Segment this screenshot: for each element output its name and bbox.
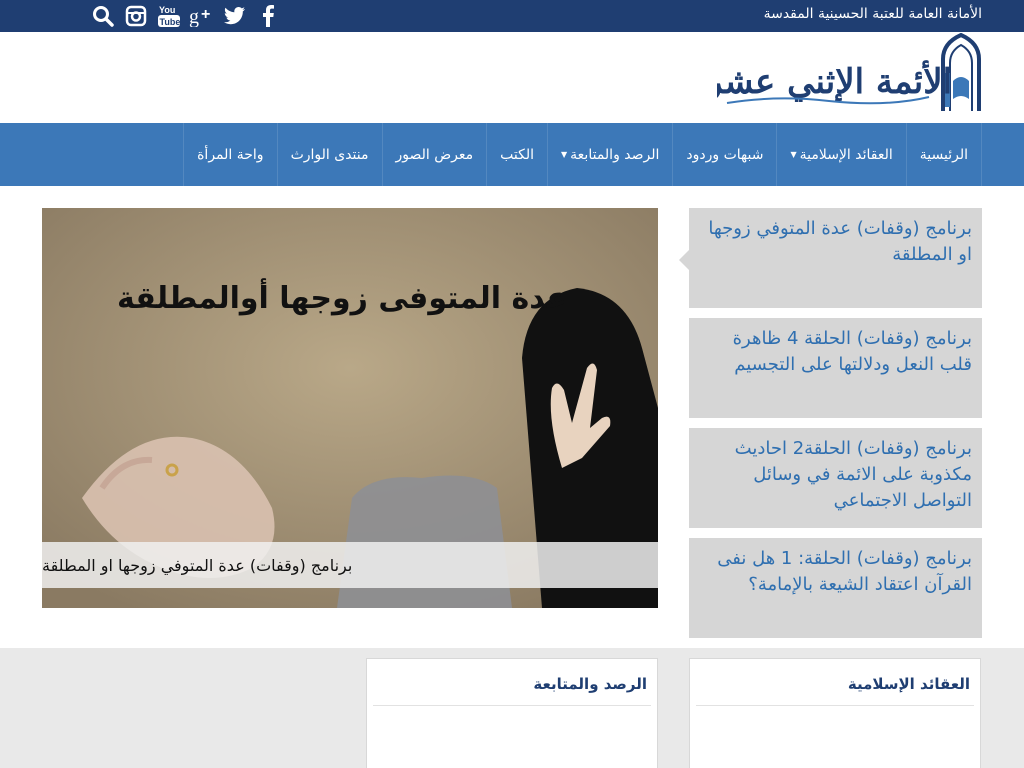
- svg-text:Tube: Tube: [160, 17, 181, 27]
- section-title[interactable]: الرصد والمتابعة: [533, 675, 647, 693]
- logo-wordmark: الأئمة الإثني عشر: [717, 60, 952, 102]
- featured-slide[interactable]: عدة المتوفى زوجها أوالمطلقة برنامج (وقفا…: [42, 208, 658, 608]
- main-nav: الرئيسية العقائد الإسلامية ▼ شبهات وردود …: [0, 123, 1024, 186]
- section-box-beliefs: العقائد الإسلامية: [689, 658, 981, 768]
- site-logo[interactable]: الأئمة الإثني عشر: [704, 32, 982, 113]
- slide-list-title: برنامج (وقفات) الحلقة: 1 هل نفى القرآن ا…: [717, 548, 972, 595]
- nav-item-home[interactable]: الرئيسية: [905, 123, 982, 186]
- nav-item-women[interactable]: واحة المرأة: [183, 123, 276, 186]
- nav-label: معرض الصور: [395, 146, 474, 163]
- twitter-icon[interactable]: [222, 3, 248, 29]
- nav-item-beliefs[interactable]: العقائد الإسلامية ▼: [776, 123, 905, 186]
- site-label[interactable]: الأمانة العامة للعتبة الحسينية المقدسة: [764, 6, 982, 22]
- google-plus-icon[interactable]: g +: [189, 3, 215, 29]
- instagram-icon[interactable]: [123, 3, 149, 29]
- slide-list-item[interactable]: برنامج (وقفات) الحلقة2 احاديث مكذوبة على…: [689, 428, 982, 528]
- svg-text:+: +: [201, 6, 210, 23]
- nav-item-books[interactable]: الكتب: [486, 123, 547, 186]
- section-box-monitoring: الرصد والمتابعة: [366, 658, 658, 768]
- social-icons: You Tube g +: [90, 3, 288, 29]
- nav-item-monitoring[interactable]: الرصد والمتابعة ▼: [547, 123, 672, 186]
- nav-label: واحة المرأة: [197, 146, 264, 163]
- slide-caption[interactable]: برنامج (وقفات) عدة المتوفي زوجها او المط…: [42, 542, 658, 588]
- slide-list-item[interactable]: برنامج (وقفات) الحلقة 4 ظاهرة قلب النعل …: [689, 318, 982, 418]
- divider: [696, 705, 974, 706]
- slide-list-item[interactable]: برنامج (وقفات) الحلقة: 1 هل نفى القرآن ا…: [689, 538, 982, 638]
- nav-label: الرئيسية: [919, 146, 968, 163]
- nav-item-gallery[interactable]: معرض الصور: [381, 123, 487, 186]
- nav-label: شبهات وردود: [686, 146, 764, 163]
- nav-label: العقائد الإسلامية: [799, 146, 893, 163]
- nav-menu: الرئيسية العقائد الإسلامية ▼ شبهات وردود …: [183, 123, 982, 186]
- svg-text:You: You: [159, 5, 175, 15]
- slide-list-title: برنامج (وقفات) عدة المتوفي زوجها او المط…: [708, 218, 972, 265]
- divider: [373, 705, 651, 706]
- facebook-icon[interactable]: [255, 3, 281, 29]
- nav-item-forum[interactable]: منتدى الوارث: [276, 123, 382, 186]
- caret-down-icon: ▼: [561, 150, 568, 159]
- svg-text:g: g: [189, 6, 199, 27]
- youtube-icon[interactable]: You Tube: [156, 3, 182, 29]
- section-title[interactable]: العقائد الإسلامية: [848, 675, 970, 693]
- image-headline: عدة المتوفى زوجها أوالمطلقة: [117, 278, 567, 316]
- sections-area: العقائد الإسلامية الرصد والمتابعة: [0, 648, 1024, 768]
- slide-list-title: برنامج (وقفات) الحلقة2 احاديث مكذوبة على…: [734, 438, 972, 511]
- caret-down-icon: ▼: [790, 150, 797, 159]
- search-icon[interactable]: [90, 3, 116, 29]
- top-bar: You Tube g + الأمانة العامة للعتبة الحسيني…: [0, 0, 1024, 32]
- nav-label: منتدى الوارث: [290, 146, 369, 163]
- nav-label: الكتب: [500, 146, 535, 163]
- nav-item-doubts[interactable]: شبهات وردود: [672, 123, 776, 186]
- slide-list-title: برنامج (وقفات) الحلقة 4 ظاهرة قلب النعل …: [732, 328, 972, 375]
- slide-list-item[interactable]: برنامج (وقفات) عدة المتوفي زوجها او المط…: [679, 208, 982, 308]
- nav-label: الرصد والمتابعة: [570, 146, 660, 163]
